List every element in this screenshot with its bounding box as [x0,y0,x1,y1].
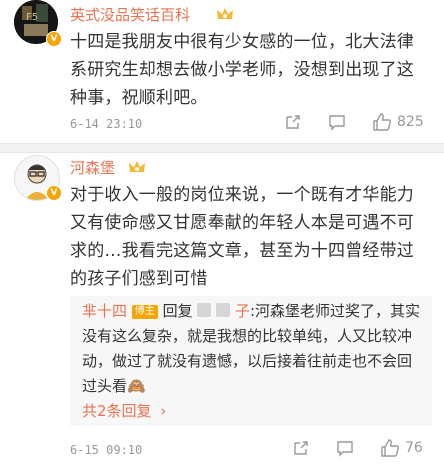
comment-card: F5 V 英式没品笑话百科 十四是我朋友中很有少女感的一位，北大法律系研究生却想… [0,0,444,145]
crown-icon [129,161,145,172]
comment-button[interactable] [328,113,346,131]
comment-divider [0,143,444,153]
reply-content: 芈十四 博主 回复 子:河森堡老师过奖了，其实没有这么复杂，就是我想的比较单纯，… [82,299,424,399]
comment-time: 6-15 09:10 [70,443,143,457]
blogger-badge: 博主 [131,305,158,319]
like-count: 825 [397,114,424,130]
reply-target-suffix[interactable]: 子 [235,302,250,320]
like-button[interactable]: 76 [380,438,423,458]
more-replies-label: 共2条回复 [82,402,152,420]
comment-username[interactable]: 英式没品笑话百科 [70,4,190,25]
like-count: 76 [405,440,423,456]
thumbs-up-icon [373,113,391,131]
share-button[interactable] [284,113,302,131]
blurred-name-block [216,303,231,317]
comment-card: V 河森堡 对于收入一般的岗位来说，一个既有才华能力又有使命感又甘愿奉献的年轻人… [0,153,444,473]
reply-box: 芈十四 博主 回复 子:河森堡老师过奖了，其实没有这么复杂，就是我想的比较单纯，… [70,296,432,426]
comment-actions: 76 [292,438,423,458]
reply-word: 回复 [162,302,193,320]
comment-text: 十四是我朋友中很有少女感的一位，北大法律系研究生却想去做小学老师，没想到出现了这… [70,32,414,108]
more-replies-link[interactable]: 共2条回复 › [82,400,166,421]
share-icon [294,441,308,455]
v-icon: V [46,185,62,201]
chevron-right-icon: › [160,402,167,420]
comment-icon [337,441,353,457]
comment-time: 6-14 23:10 [70,117,143,131]
v-icon: V [46,31,62,47]
like-button[interactable]: 825 [372,112,424,132]
comment-username[interactable]: 河森堡 [70,157,115,178]
share-icon [286,115,300,129]
svg-text:F5: F5 [26,12,38,23]
reply-username[interactable]: 芈十四 [82,302,127,320]
thumbs-up-icon [381,439,399,457]
share-button[interactable] [292,439,310,457]
comment-button[interactable] [336,439,354,457]
crown-icon [217,8,233,19]
emoji: 🙈 [127,377,146,395]
comment-icon [329,115,345,131]
comment-text: 对于收入一般的岗位来说，一个既有才华能力又有使命感又甘愿奉献的年轻人本是可遇不可… [70,185,414,289]
comment-actions: 825 [284,112,424,132]
blurred-name-block [197,303,212,317]
